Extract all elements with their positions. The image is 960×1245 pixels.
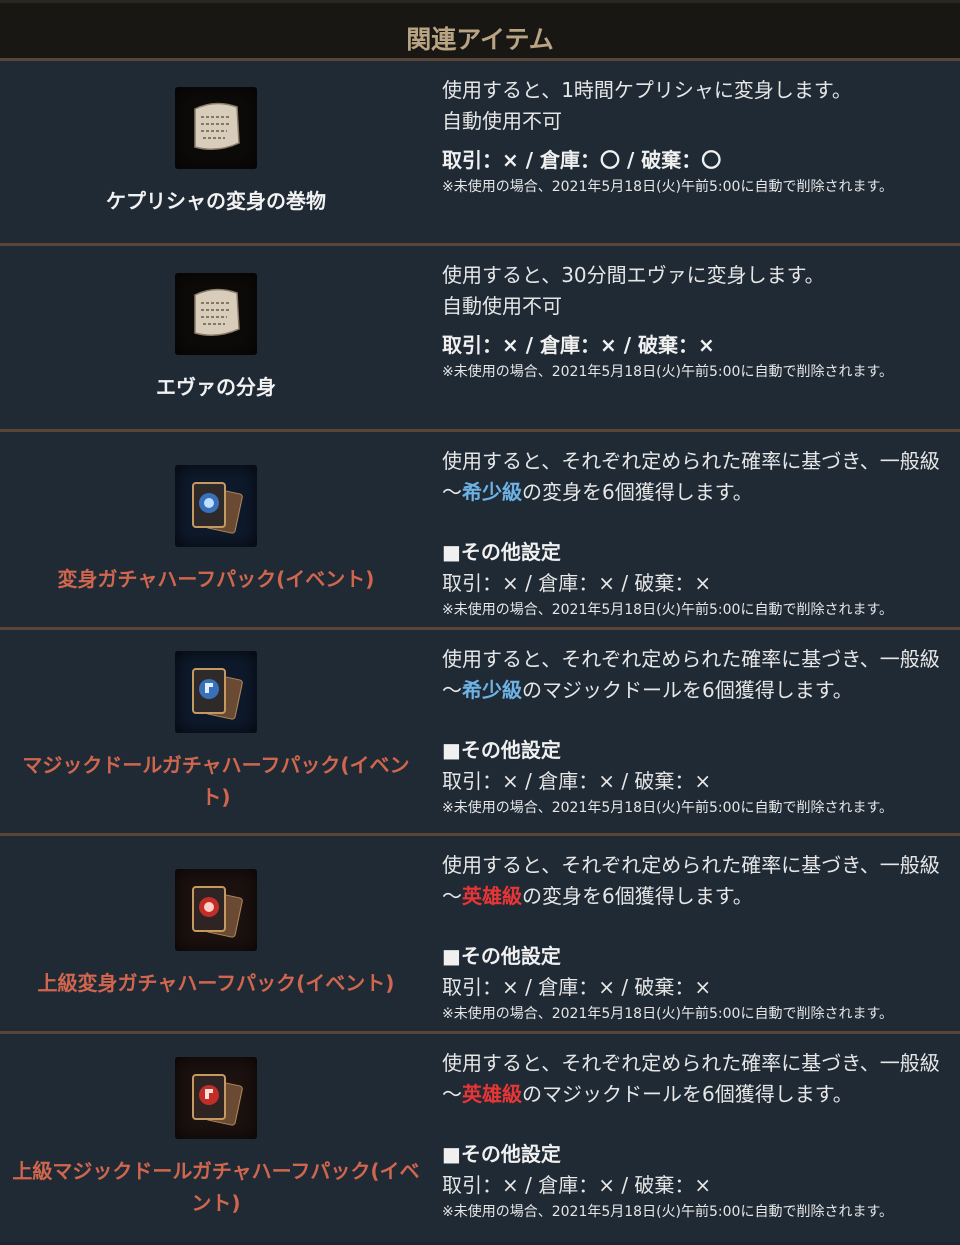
trade-settings: 取引：× / 倉庫：× / 破棄：× — [442, 333, 715, 357]
item-details: 使用すると、それぞれ定められた確率に基づき、一般級～英雄級のマジックドールを6個… — [432, 1034, 960, 1242]
blue-card-pack-icon — [175, 464, 257, 547]
auto-use-note: 自動使用不可 — [442, 109, 562, 133]
item-identity: 上級マジックドールガチャハーフパック(イベント) — [0, 1034, 432, 1242]
item-row: マジックドールガチャハーフパック(イベント) 使用すると、それぞれ定められた確率… — [0, 627, 960, 833]
item-description: 使用すると、それぞれ定められた確率に基づき、一般級～英雄級の変身を6個獲得します… — [442, 853, 940, 908]
item-details: 使用すると、1時間ケプリシャに変身します。 自動使用不可 取引：× / 倉庫：〇… — [432, 61, 960, 243]
grade-hero: 英雄級 — [462, 1082, 522, 1106]
expiry-note: ※未使用の場合、2021年5月18日(火)午前5:00に自動で削除されます。 — [442, 1204, 894, 1220]
settings-title: ■その他設定 — [442, 1142, 561, 1166]
trade-settings: 取引：× / 倉庫：× / 破棄：× — [442, 769, 712, 793]
item-row: ケプリシャの変身の巻物 使用すると、1時間ケプリシャに変身します。 自動使用不可… — [0, 58, 960, 243]
grade-rare: 希少級 — [462, 480, 522, 504]
item-row: 上級変身ガチャハーフパック(イベント) 使用すると、それぞれ定められた確率に基づ… — [0, 833, 960, 1031]
item-name: ケプリシャの変身の巻物 — [106, 189, 326, 213]
item-identity: ケプリシャの変身の巻物 — [0, 61, 432, 243]
expiry-note: ※未使用の場合、2021年5月18日(火)午前5:00に自動で削除されます。 — [442, 800, 894, 816]
trade-settings: 取引：× / 倉庫：〇 / 破棄：〇 — [442, 148, 722, 172]
trade-settings: 取引：× / 倉庫：× / 破棄：× — [442, 1173, 712, 1197]
item-row: 上級マジックドールガチャハーフパック(イベント) 使用すると、それぞれ定められた… — [0, 1031, 960, 1242]
settings-title: ■その他設定 — [442, 540, 561, 564]
expiry-note: ※未使用の場合、2021年5月18日(火)午前5:00に自動で削除されます。 — [442, 364, 894, 380]
item-details: 使用すると、それぞれ定められた確率に基づき、一般級～希少級の変身を6個獲得します… — [432, 432, 960, 627]
red-card-pack-icon — [175, 868, 257, 951]
item-name: 変身ガチャハーフパック(イベント) — [57, 566, 375, 591]
expiry-note: ※未使用の場合、2021年5月18日(火)午前5:00に自動で削除されます。 — [442, 602, 894, 618]
section-title: 関連アイテム — [406, 24, 554, 54]
item-description: 使用すると、それぞれ定められた確率に基づき、一般級～英雄級のマジックドールを6個… — [442, 1051, 940, 1106]
item-identity: 変身ガチャハーフパック(イベント) — [0, 432, 432, 627]
red-doll-card-pack-icon — [175, 1057, 257, 1139]
item-description: 使用すると、30分間エヴァに変身します。 — [442, 263, 825, 287]
item-description: 使用すると、それぞれ定められた確率に基づき、一般級～希少級のマジックドールを6個… — [442, 647, 940, 702]
item-row: エヴァの分身 使用すると、30分間エヴァに変身します。 自動使用不可 取引：× … — [0, 243, 960, 429]
item-description: 使用すると、1時間ケプリシャに変身します。 — [442, 78, 852, 102]
item-name: 上級マジックドールガチャハーフパック(イベント) — [12, 1159, 420, 1215]
auto-use-note: 自動使用不可 — [442, 294, 562, 318]
item-name: 上級変身ガチャハーフパック(イベント) — [37, 970, 395, 995]
blue-doll-card-pack-icon — [175, 650, 257, 733]
trade-settings: 取引：× / 倉庫：× / 破棄：× — [442, 975, 712, 999]
item-details: 使用すると、30分間エヴァに変身します。 自動使用不可 取引：× / 倉庫：× … — [432, 246, 960, 429]
item-description: 使用すると、それぞれ定められた確率に基づき、一般級～希少級の変身を6個獲得します… — [442, 449, 940, 504]
settings-title: ■その他設定 — [442, 738, 561, 762]
item-row: 変身ガチャハーフパック(イベント) 使用すると、それぞれ定められた確率に基づき、… — [0, 429, 960, 627]
item-identity: 上級変身ガチャハーフパック(イベント) — [0, 836, 432, 1031]
scroll-icon — [175, 87, 257, 169]
grade-rare: 希少級 — [462, 678, 522, 702]
item-details: 使用すると、それぞれ定められた確率に基づき、一般級～英雄級の変身を6個獲得します… — [432, 836, 960, 1031]
item-identity: マジックドールガチャハーフパック(イベント) — [0, 630, 432, 833]
trade-settings: 取引：× / 倉庫：× / 破棄：× — [442, 571, 712, 595]
item-name: マジックドールガチャハーフパック(イベント) — [22, 752, 410, 809]
expiry-note: ※未使用の場合、2021年5月18日(火)午前5:00に自動で削除されます。 — [442, 179, 894, 195]
item-identity: エヴァの分身 — [0, 246, 432, 429]
grade-hero: 英雄級 — [462, 884, 522, 908]
settings-title: ■その他設定 — [442, 944, 561, 968]
scroll-icon — [175, 272, 257, 355]
item-name: エヴァの分身 — [156, 374, 276, 399]
item-details: 使用すると、それぞれ定められた確率に基づき、一般級～希少級のマジックドールを6個… — [432, 630, 960, 833]
expiry-note: ※未使用の場合、2021年5月18日(火)午前5:00に自動で削除されます。 — [442, 1006, 894, 1022]
section-header: 関連アイテム — [0, 0, 960, 58]
